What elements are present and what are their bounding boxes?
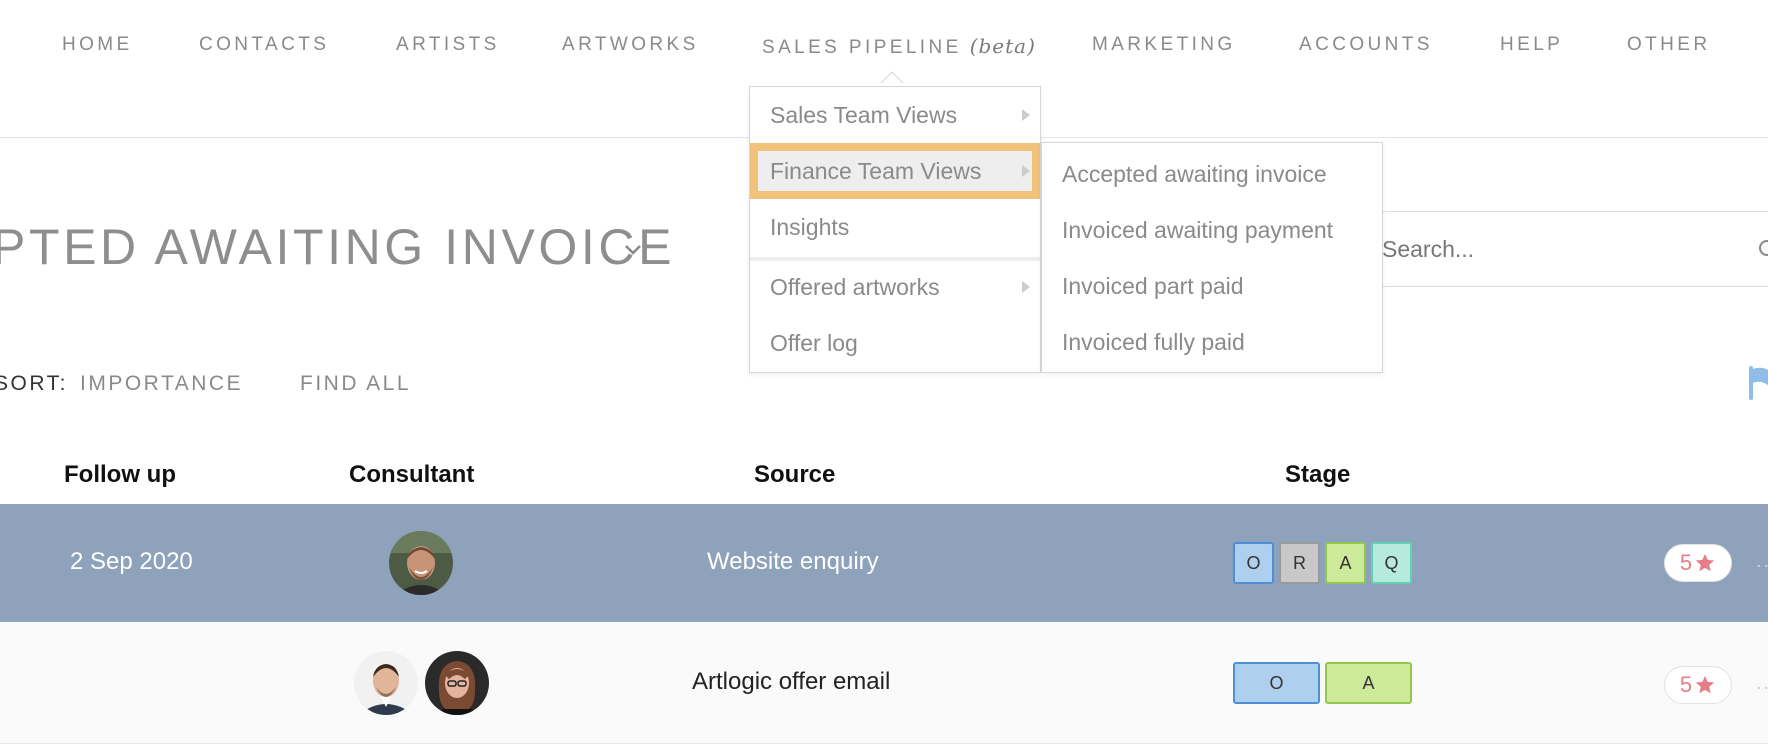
nav-accounts[interactable]: ACCOUNTS <box>1299 34 1433 56</box>
menu-item-label: Finance Team Views <box>770 158 982 184</box>
page-title[interactable]: PTED AWAITING INVOICE <box>0 218 675 276</box>
importance-rating[interactable]: 5 <box>1664 544 1732 582</box>
stage-badge-label: A <box>1339 552 1352 573</box>
search-input[interactable] <box>1382 232 1712 266</box>
stage-badge-label: Q <box>1384 552 1399 573</box>
stage-badge-a[interactable]: A <box>1325 542 1366 584</box>
follow-up-date: 2 Sep 2020 <box>70 548 193 575</box>
column-header-source[interactable]: Source <box>754 461 835 489</box>
importance-rating[interactable]: 5 <box>1664 666 1732 704</box>
stage-badge-o[interactable]: O <box>1233 662 1320 704</box>
nav-home[interactable]: HOME <box>62 34 133 56</box>
table-row[interactable]: Artlogic offer email O A 5 .. <box>0 622 1768 744</box>
beta-badge: (beta) <box>969 34 1036 58</box>
stage-badge-label: A <box>1362 672 1375 693</box>
column-header-stage[interactable]: Stage <box>1285 461 1350 489</box>
consultant-avatar[interactable] <box>425 651 489 715</box>
submenu-item-accepted-awaiting-invoice[interactable]: Accepted awaiting invoice <box>1042 146 1382 202</box>
star-icon <box>1695 553 1715 572</box>
chevron-down-icon[interactable] <box>624 244 642 256</box>
source-text: Artlogic offer email <box>692 668 891 695</box>
consultant-avatar[interactable] <box>354 651 418 715</box>
find-all-button[interactable]: FIND ALL <box>300 372 411 396</box>
dropdown-caret <box>880 71 904 84</box>
menu-item-label: Offer log <box>770 330 858 356</box>
flag-icon[interactable] <box>1748 366 1768 400</box>
submenu-item-invoiced-part-paid[interactable]: Invoiced part paid <box>1042 258 1382 314</box>
nav-help[interactable]: HELP <box>1500 34 1563 56</box>
sort-label: SORT: <box>0 372 68 395</box>
search-box <box>1370 211 1768 287</box>
sales-pipeline-menu: Sales Team Views Finance Team Views Insi… <box>749 86 1041 373</box>
menu-item-offer-log[interactable]: Offer log <box>750 315 1040 371</box>
nav-marketing[interactable]: MARKETING <box>1092 34 1236 56</box>
search-icon[interactable] <box>1758 239 1768 261</box>
caret-right-icon <box>1022 165 1030 177</box>
submenu-item-invoiced-fully-paid[interactable]: Invoiced fully paid <box>1042 314 1382 370</box>
source-text: Website enquiry <box>707 548 879 575</box>
stage-badge-a[interactable]: A <box>1325 662 1412 704</box>
stage-badge-label: O <box>1246 552 1261 573</box>
stage-badge-label: O <box>1269 672 1284 693</box>
more-options-icon[interactable]: .. <box>1756 550 1768 573</box>
submenu-item-invoiced-awaiting-payment[interactable]: Invoiced awaiting payment <box>1042 202 1382 258</box>
column-header-follow-up[interactable]: Follow up <box>64 461 176 489</box>
table-row[interactable]: 2 Sep 2020 Website enquiry O R A Q 5 .. <box>0 504 1768 622</box>
stage-badge-o[interactable]: O <box>1233 542 1274 584</box>
menu-item-label: Sales Team Views <box>770 102 958 128</box>
menu-item-sales-team-views[interactable]: Sales Team Views <box>750 87 1040 143</box>
caret-right-icon <box>1022 109 1030 121</box>
nav-sales-pipeline-label: SALES PIPELINE <box>762 37 962 58</box>
stage-badge-r[interactable]: R <box>1279 542 1320 584</box>
star-icon <box>1695 675 1715 694</box>
menu-item-finance-team-views[interactable]: Finance Team Views <box>750 143 1040 199</box>
nav-contacts[interactable]: CONTACTS <box>199 34 329 56</box>
caret-right-icon <box>1022 281 1030 293</box>
rating-value: 5 <box>1679 550 1693 575</box>
nav-other[interactable]: OTHER <box>1627 34 1711 56</box>
sort-importance-button[interactable]: IMPORTANCE <box>80 372 243 396</box>
menu-item-label: Insights <box>770 214 850 240</box>
rating-value: 5 <box>1679 672 1693 697</box>
more-options-icon[interactable]: .. <box>1756 672 1768 695</box>
column-header-consultant[interactable]: Consultant <box>349 461 474 489</box>
finance-team-views-submenu: Accepted awaiting invoice Invoiced await… <box>1041 142 1383 373</box>
menu-item-label: Offered artworks <box>770 274 940 300</box>
stage-badge-label: R <box>1293 552 1306 573</box>
consultant-avatar[interactable] <box>389 531 453 595</box>
menu-item-insights[interactable]: Insights <box>750 199 1040 255</box>
nav-artists[interactable]: ARTISTS <box>396 34 500 56</box>
nav-sales-pipeline[interactable]: SALES PIPELINE (beta) <box>762 34 1036 59</box>
stage-badge-q[interactable]: Q <box>1371 542 1412 584</box>
menu-item-offered-artworks[interactable]: Offered artworks <box>750 259 1040 315</box>
nav-artworks[interactable]: ARTWORKS <box>562 34 699 56</box>
